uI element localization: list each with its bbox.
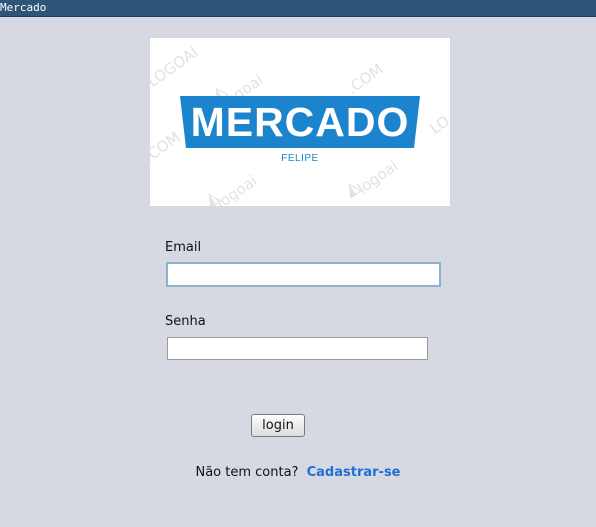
- logo-watermark: logoai: [212, 171, 261, 206]
- mercado-logo: LOGOAI logoai ◭ .COM .COM LO ◭ logoai ◭ …: [150, 38, 450, 206]
- email-label: Email: [165, 240, 202, 255]
- logo-brand-text: MERCADO: [190, 99, 410, 145]
- window-titlebar[interactable]: Mercado: [0, 0, 596, 17]
- logo-subtitle: FELIPE: [281, 153, 319, 164]
- senha-label: Senha: [165, 314, 206, 329]
- signup-link[interactable]: Cadastrar-se: [307, 465, 401, 480]
- logo-watermark: LO: [426, 111, 450, 139]
- logo-watermark: .COM: [343, 60, 387, 98]
- signup-prompt: Não tem conta? Cadastrar-se: [0, 465, 596, 480]
- senha-field[interactable]: [167, 337, 428, 360]
- logo-banner: MERCADO: [180, 96, 420, 148]
- window-title: Mercado: [0, 1, 47, 14]
- signup-prompt-text: Não tem conta?: [195, 465, 299, 480]
- logo-watermark: LOGOAI: [150, 43, 202, 91]
- email-field[interactable]: [166, 262, 441, 287]
- login-button[interactable]: login: [251, 414, 305, 437]
